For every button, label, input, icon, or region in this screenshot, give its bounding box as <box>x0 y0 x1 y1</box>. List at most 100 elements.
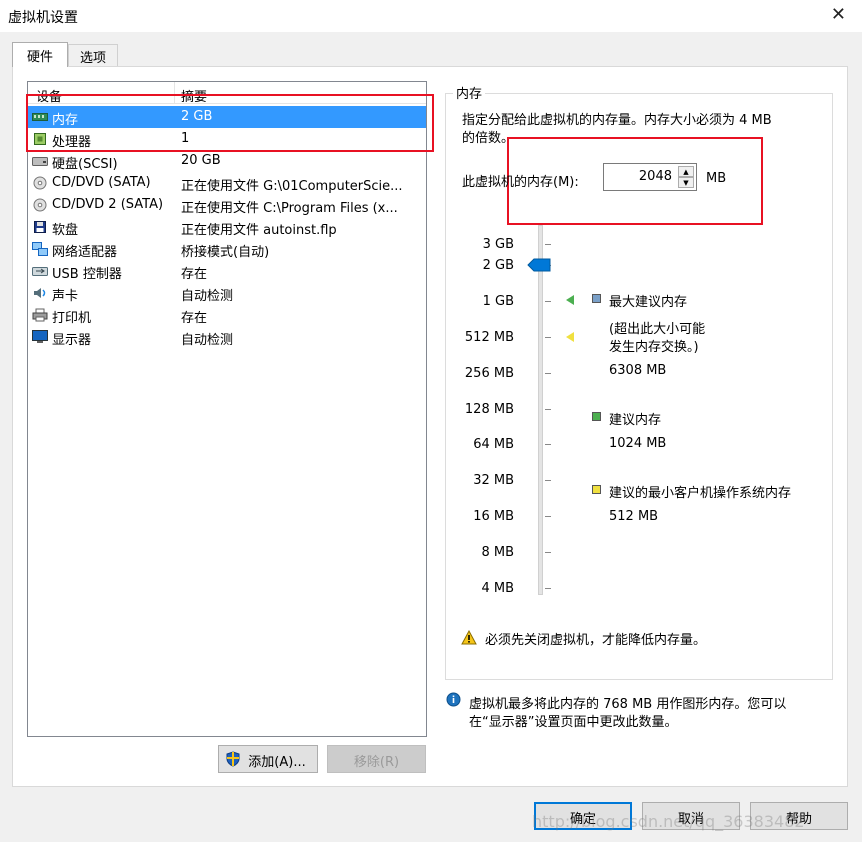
column-header-device[interactable]: 设备 <box>36 86 62 105</box>
scale-label: 512 MB <box>464 330 514 345</box>
device-name: 软盘 <box>52 223 79 238</box>
device-summary: 正在使用文件 autoinst.flp <box>181 223 337 238</box>
memory-slider-thumb[interactable] <box>527 258 551 272</box>
help-button[interactable]: 帮助 <box>750 802 848 830</box>
window-title: 虚拟机设置 <box>8 10 78 26</box>
slider-tick <box>545 444 551 445</box>
minimum-title: 建议的最小客户机操作系统内存 <box>609 486 792 501</box>
warning-text: 必须先关闭虚拟机，才能降低内存量。 <box>485 633 707 648</box>
network-icon <box>32 242 48 256</box>
memory-slider-track[interactable] <box>538 225 543 595</box>
printer-icon <box>32 308 48 322</box>
device-name: 网络适配器 <box>52 245 118 260</box>
info-text-line2: 在“显示器”设置页面中更改此数量。 <box>469 715 678 730</box>
device-summary: 正在使用文件 G:\01ComputerScie... <box>181 179 403 194</box>
title-bar: 虚拟机设置 ✕ <box>0 0 862 32</box>
add-button-label: 添加(A)... <box>248 755 306 770</box>
tab-options[interactable]: 选项 <box>68 44 118 66</box>
device-summary: 自动检测 <box>181 289 234 304</box>
minimum-marker-icon <box>566 332 574 342</box>
device-name: USB 控制器 <box>52 267 122 282</box>
slider-tick <box>545 301 551 302</box>
max-recommended-value: 6308 MB <box>609 363 667 378</box>
slider-tick <box>545 409 551 410</box>
device-summary: 20 GB <box>181 153 221 168</box>
close-icon[interactable]: ✕ <box>831 4 846 25</box>
device-row-processor[interactable]: 处理器 1 <box>28 128 426 150</box>
display-icon <box>32 330 48 344</box>
device-summary: 2 GB <box>181 109 213 124</box>
device-summary: 1 <box>181 131 190 146</box>
info-text-line1: 虚拟机最多将此内存的 768 MB 用作图形内存。您可以 <box>469 697 787 712</box>
slider-tick <box>545 552 551 553</box>
device-row-sound[interactable]: 声卡 自动检测 <box>28 282 426 304</box>
scale-label: 64 MB <box>473 437 514 452</box>
memory-size-value[interactable]: 2048 <box>639 169 672 184</box>
remove-button[interactable]: 移除(R) <box>327 745 426 773</box>
slider-tick <box>545 516 551 517</box>
device-name: 硬盘(SCSI) <box>52 157 118 172</box>
spin-up-icon[interactable]: ▲ <box>678 166 694 177</box>
scale-label: 32 MB <box>473 473 514 488</box>
scale-label: 16 MB <box>473 509 514 524</box>
device-list-header: 设备 摘要 <box>28 82 426 105</box>
device-row-printer[interactable]: 打印机 存在 <box>28 304 426 326</box>
tab-hardware[interactable]: 硬件 <box>12 42 68 67</box>
memory-size-stepper[interactable]: 2048 ▲ ▼ <box>603 163 697 191</box>
device-name: 处理器 <box>52 135 92 150</box>
device-summary: 桥接模式(自动) <box>181 245 270 260</box>
scale-label: 3 GB <box>482 237 514 252</box>
scale-label: 8 MB <box>481 545 514 560</box>
usb-icon <box>32 264 48 278</box>
device-list[interactable]: 设备 摘要 内存 2 GB 处理器 1 硬盘(SCSI) 20 GB CD/DV… <box>27 81 427 737</box>
sound-icon <box>32 286 48 300</box>
slider-tick <box>545 588 551 589</box>
memory-unit: MB <box>706 171 727 186</box>
slider-tick <box>545 244 551 245</box>
slider-tick <box>545 337 551 338</box>
column-header-summary[interactable]: 摘要 <box>181 86 207 105</box>
max-recommended-title: 最大建议内存 <box>609 295 688 310</box>
max-recommended-note-line1: (超出此大小可能 <box>609 322 706 337</box>
recommended-value: 1024 MB <box>609 436 667 451</box>
add-button[interactable]: 添加(A)... <box>218 745 318 773</box>
device-row-memory[interactable]: 内存 2 GB <box>28 106 426 128</box>
device-row-display[interactable]: 显示器 自动检测 <box>28 326 426 348</box>
slider-tick <box>545 480 551 481</box>
spin-down-icon[interactable]: ▼ <box>678 177 694 188</box>
device-name: CD/DVD (SATA) <box>52 175 151 190</box>
memory-description-line2: 的倍数。 <box>462 131 515 146</box>
scale-label: 128 MB <box>464 402 514 417</box>
memory-description-line1: 指定分配给此虚拟机的内存量。内存大小必须为 4 MB <box>462 113 772 128</box>
scale-label: 2 GB <box>482 258 514 273</box>
device-summary: 正在使用文件 C:\Program Files (x... <box>181 201 398 216</box>
memory-icon <box>32 110 48 124</box>
info-icon <box>446 692 461 707</box>
device-row-cddvd[interactable]: CD/DVD (SATA) 正在使用文件 G:\01ComputerScie..… <box>28 172 426 194</box>
device-row-usb[interactable]: USB 控制器 存在 <box>28 260 426 282</box>
scale-label: 256 MB <box>464 366 514 381</box>
device-row-floppy[interactable]: 软盘 正在使用文件 autoinst.flp <box>28 216 426 238</box>
floppy-icon <box>32 220 48 234</box>
slider-tick <box>545 373 551 374</box>
device-row-network[interactable]: 网络适配器 桥接模式(自动) <box>28 238 426 260</box>
minimum-value: 512 MB <box>609 509 659 524</box>
device-summary: 存在 <box>181 311 208 326</box>
cancel-button[interactable]: 取消 <box>642 802 740 830</box>
harddisk-icon <box>32 154 48 168</box>
device-name: 声卡 <box>52 289 79 304</box>
column-divider[interactable] <box>174 82 175 103</box>
device-name: 内存 <box>52 113 79 128</box>
recommended-legend-icon <box>592 412 601 421</box>
memory-group-label: 内存 <box>453 83 486 102</box>
device-row-cddvd2[interactable]: CD/DVD 2 (SATA) 正在使用文件 C:\Program Files … <box>28 194 426 216</box>
device-name: 显示器 <box>52 333 92 348</box>
device-summary: 存在 <box>181 267 208 282</box>
device-row-harddisk[interactable]: 硬盘(SCSI) 20 GB <box>28 150 426 172</box>
memory-field-label: 此虚拟机的内存(M): <box>462 175 579 190</box>
max-legend-icon <box>592 294 601 303</box>
scale-label: 4 MB <box>481 581 514 596</box>
recommended-title: 建议内存 <box>609 413 662 428</box>
device-name: CD/DVD 2 (SATA) <box>52 197 164 212</box>
ok-button[interactable]: 确定 <box>534 802 632 830</box>
